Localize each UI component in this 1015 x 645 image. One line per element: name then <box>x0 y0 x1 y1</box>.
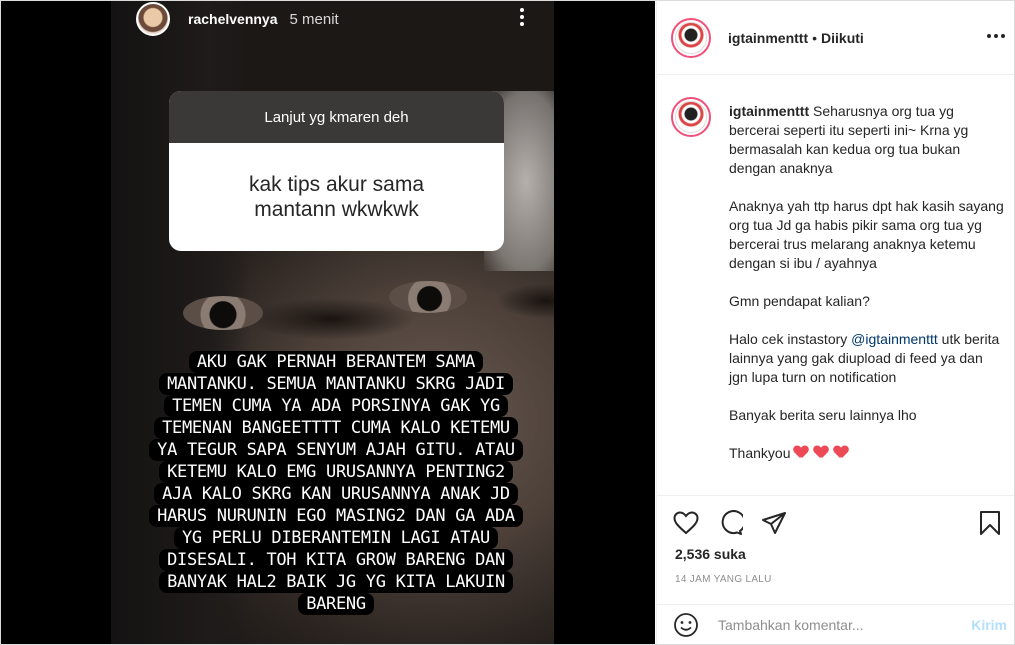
post-comment-button[interactable]: Kirim <box>971 617 1007 633</box>
account-avatar[interactable] <box>671 17 711 58</box>
caption-text: igtainmenttt Seharusnya org tua yg berce… <box>729 102 1004 482</box>
account-username[interactable]: igtainmenttt <box>728 30 808 46</box>
post-actions: 2,536 suka 14 JAM YANG LALU <box>657 495 1014 605</box>
question-title: Lanjut yg kmaren deh <box>169 91 504 143</box>
caption-para: Banyak berita seru lainnya lho <box>729 407 917 423</box>
more-dots-icon[interactable] <box>987 34 1005 38</box>
heart-emoji-icon <box>834 446 848 458</box>
overlay-text-line: TEMEN CUMA YA ADA PORSINYA GAK YG <box>164 395 508 417</box>
left-eye <box>183 296 263 330</box>
caption-mention-link[interactable]: @igtainmenttt <box>851 331 938 347</box>
right-eye <box>389 281 467 313</box>
overlay-text-line: MANTANKU. SEMUA MANTANKU SKRG JADI <box>159 373 513 395</box>
story-username[interactable]: rachelvennya <box>188 11 278 27</box>
overlay-text-line: AJA KALO SKRG KAN URUSANNYA ANAK JD <box>154 483 518 505</box>
overlay-text-line: YG PERLU DIBERANTEMIN LAGI ATAU <box>174 527 498 549</box>
question-answer: kak tips akur sama mantann wkwkwk <box>169 143 504 251</box>
comment-bubble-icon[interactable] <box>715 508 745 538</box>
caption-username[interactable]: igtainmenttt <box>729 103 809 119</box>
overlay-text-line: DISESALI. TOH KITA GROW BARENG DAN <box>159 549 513 571</box>
story-header: rachelvennya 5 menit <box>136 1 536 37</box>
story-time: 5 menit <box>289 10 339 28</box>
overlay-text-line: HARUS NURUNIN EGO MASING2 DAN GA ADA <box>149 505 523 527</box>
post-side-panel: igtainmenttt • Diikuti igtainmenttt Seha… <box>656 1 1014 644</box>
caption-avatar[interactable] <box>671 97 711 137</box>
overlay-text-line: BANYAK HAL2 BAIK JG YG KITA LAKUIN <box>159 571 513 593</box>
overlay-text-line: BARENG <box>298 593 374 615</box>
post-media[interactable]: rachelvennya 5 menit Lanjut yg kmaren de… <box>1 1 655 644</box>
caption-para: Anaknya yah ttp harus dpt hak kasih saya… <box>729 198 1004 271</box>
question-answer-line: kak tips akur sama <box>248 173 425 196</box>
instagram-post-window: rachelvennya 5 menit Lanjut yg kmaren de… <box>0 0 1015 645</box>
caption-para: Thankyou <box>729 445 791 461</box>
header-separator: • <box>812 29 818 46</box>
paper-plane-icon[interactable] <box>759 508 789 538</box>
heart-emoji-icon <box>794 446 808 458</box>
bookmark-icon[interactable] <box>975 508 1005 538</box>
smiley-icon[interactable] <box>673 612 699 638</box>
caption-scroll-area[interactable]: igtainmenttt Seharusnya org tua yg berce… <box>657 75 1014 495</box>
post-header: igtainmenttt • Diikuti <box>657 1 1014 75</box>
heart-outline-icon[interactable] <box>671 508 701 538</box>
overlay-text-line: YA TEGUR SAPA SENYUM AJAH GITU. ATAU <box>149 439 523 461</box>
story-avatar[interactable] <box>136 2 170 36</box>
question-sticker: Lanjut yg kmaren deh kak tips akur sama … <box>169 91 504 251</box>
heart-emoji-icon <box>814 446 828 458</box>
post-timestamp[interactable]: 14 JAM YANG LALU <box>675 574 772 585</box>
caption-para: Halo cek instastory <box>729 331 848 347</box>
caption-para: Gmn pendapat kalian? <box>729 293 870 309</box>
comment-form: Kirim <box>657 604 1014 644</box>
overlay-text-line: TEMENAN BANGEETTTT CUMA KALO KETEMU <box>154 417 518 439</box>
overlay-text-line: AKU GAK PERNAH BERANTEM SAMA <box>188 351 484 373</box>
story-text-overlay: AKU GAK PERNAH BERANTEM SAMA MANTANKU. S… <box>131 351 541 615</box>
question-answer-line: mantann wkwkwk <box>254 198 419 221</box>
action-icons-row <box>671 508 1006 538</box>
comment-input[interactable] <box>716 616 940 634</box>
overlay-text-line: KETEMU KALO EMG URUSANNYA PENTING2 <box>159 461 513 483</box>
follow-status[interactable]: Diikuti <box>821 30 864 46</box>
likes-count[interactable]: 2,536 suka <box>675 546 746 562</box>
story-more-icon[interactable] <box>520 5 526 29</box>
